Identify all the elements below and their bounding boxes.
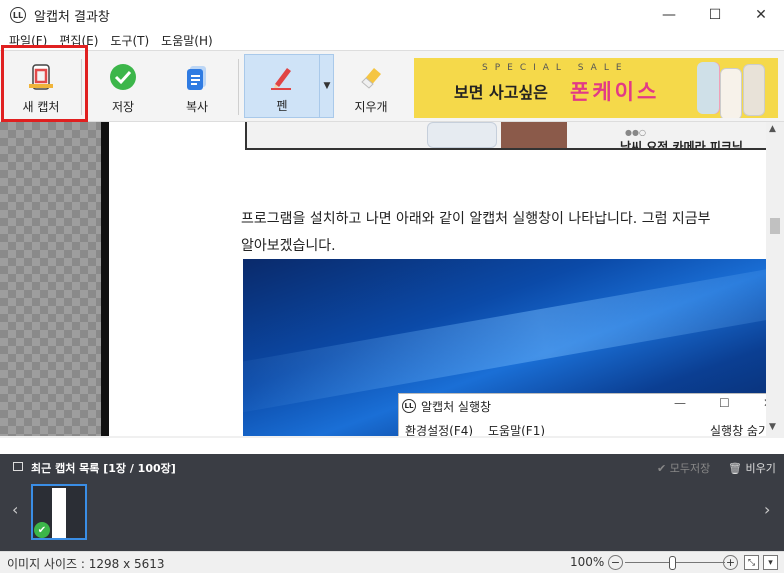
ad-brand: 폰케이스: [570, 80, 660, 104]
check-icon: ✔: [34, 522, 50, 538]
pen-icon: [267, 62, 297, 92]
capture-viewer[interactable]: ●●○ 낮씨 요정 카메라 피크닉 프로그램을 설치하고 나면 아래와 같이 알…: [0, 122, 784, 438]
ad-special-sale-text: SPECIAL SALE: [482, 63, 629, 73]
launcher-hide-text: 실행창 숨기: [710, 424, 766, 436]
pen-label: 펜: [276, 99, 288, 113]
paragraph-line: 알아보겠습니다.: [241, 238, 336, 254]
copy-label: 복사: [185, 100, 209, 114]
pen-dropdown-button[interactable]: ▼: [319, 55, 334, 117]
transparent-background: [0, 122, 103, 436]
zoom-level: 100%: [570, 555, 605, 569]
clear-button[interactable]: 🗑 비우기: [728, 460, 776, 476]
highlight-annotation: [1, 45, 88, 122]
recent-list-icon: [13, 462, 23, 471]
pen-button[interactable]: 펜: [245, 55, 319, 125]
image-edge: [101, 122, 109, 436]
menu-bar: 파일(F) 편집(E) 도구(T) 도움말(H): [0, 30, 784, 50]
scroll-up-icon[interactable]: ▲: [769, 124, 776, 134]
scroll-corner: [766, 436, 784, 438]
desktop-screenshot: LL 알캡처 실행창 — ☐ ✕ 환경설정(F4) 도움말(F1) 실행창 숨기: [243, 259, 766, 436]
thumbnail-page-preview: [52, 488, 66, 538]
phone-case-image: [720, 68, 742, 118]
thumbnail-image: [501, 122, 567, 148]
maximize-icon: ☐: [719, 396, 730, 410]
alcapture-launcher-window: LL 알캡처 실행창 — ☐ ✕ 환경설정(F4) 도움말(F1) 실행창 숨기: [398, 393, 766, 436]
copy-icon: [182, 62, 212, 92]
vertical-scroll-thumb[interactable]: [770, 218, 780, 234]
thumbnail-image: [427, 122, 497, 148]
carousel-dots: ●●○: [625, 128, 646, 137]
scroll-down-icon[interactable]: ▼: [769, 422, 776, 432]
app-logo-icon: LL: [402, 399, 416, 413]
recent-captures-panel: 최근 캡처 목록 [1장 / 100장] ✔ 모두저장 🗑 비우기 ‹ › ✔: [0, 454, 784, 551]
save-all-button[interactable]: ✔ 모두저장: [657, 460, 710, 476]
fit-to-window-button[interactable]: ⤡: [744, 555, 759, 570]
save-button[interactable]: 저장: [90, 51, 156, 121]
embedded-image: ●●○ 낮씨 요정 카메라 피크닉: [245, 122, 766, 150]
eraser-button[interactable]: 지우개: [340, 51, 402, 121]
save-label: 저장: [111, 100, 135, 114]
ad-banner[interactable]: SPECIAL SALE 보면 사고싶은 폰케이스: [414, 58, 778, 118]
pen-tool-group: 펜 ▼: [244, 54, 334, 118]
zoom-slider-handle[interactable]: [669, 556, 676, 570]
recent-captures-header: 최근 캡처 목록 [1장 / 100장]: [31, 462, 176, 475]
save-check-icon: [108, 62, 138, 92]
close-button[interactable]: ✕: [738, 0, 784, 30]
zoom-out-button[interactable]: −: [608, 555, 623, 570]
image-size-text: 이미지 사이즈 : 1298 x 5613: [7, 557, 165, 571]
copy-button[interactable]: 복사: [164, 51, 230, 121]
ad-headline: 보면 사고싶은: [454, 83, 548, 102]
phone-case-image: [697, 62, 719, 114]
zoom-in-button[interactable]: +: [723, 555, 738, 570]
paragraph-line: 프로그램을 설치하고 나면 아래와 같이 알캡처 실행창이 나타납니다. 그럼 …: [241, 211, 711, 227]
eraser-icon: [356, 62, 386, 92]
launcher-menu-settings: 환경설정(F4): [405, 424, 474, 436]
toolbar: 새 캡처 저장 복사 펜 ▼ 지우개 SPECIAL SALE 보면 사고싶은 …: [0, 50, 784, 122]
captured-image: ●●○ 낮씨 요정 카메라 피크닉 프로그램을 설치하고 나면 아래와 같이 알…: [109, 122, 766, 436]
eraser-label: 지우개: [354, 100, 388, 114]
vertical-scrollbar[interactable]: ▲ ▼: [766, 122, 784, 436]
menu-help[interactable]: 도움말(H): [161, 32, 213, 49]
toolbar-separator: [238, 59, 239, 115]
window-controls: — ☐ ✕: [646, 0, 784, 30]
thumbnail-caption: 낮씨 요정 카메라 피크닉: [620, 140, 743, 150]
launcher-menu-help: 도움말(F1): [488, 424, 546, 436]
minimize-icon: —: [674, 396, 686, 410]
phone-case-image: [743, 64, 765, 116]
title-bar: LL 알캡처 결과창 — ☐ ✕: [0, 0, 784, 30]
status-bar: 이미지 사이즈 : 1298 x 5613 100% − + ⤡ ▾: [0, 551, 784, 573]
minimize-button[interactable]: —: [646, 0, 692, 30]
launcher-title: 알캡처 실행창: [421, 400, 492, 414]
next-arrow-icon[interactable]: ›: [764, 500, 770, 519]
recent-capture-thumbnail[interactable]: ✔: [31, 484, 87, 540]
app-logo-icon: LL: [10, 7, 26, 23]
prev-arrow-icon[interactable]: ‹: [12, 500, 18, 519]
zoom-menu-button[interactable]: ▾: [763, 555, 778, 570]
window-title: 알캡처 결과창: [34, 9, 110, 25]
horizontal-scrollbar[interactable]: ◀ ▶: [0, 436, 766, 438]
menu-tools[interactable]: 도구(T): [110, 32, 149, 49]
maximize-button[interactable]: ☐: [692, 0, 738, 30]
